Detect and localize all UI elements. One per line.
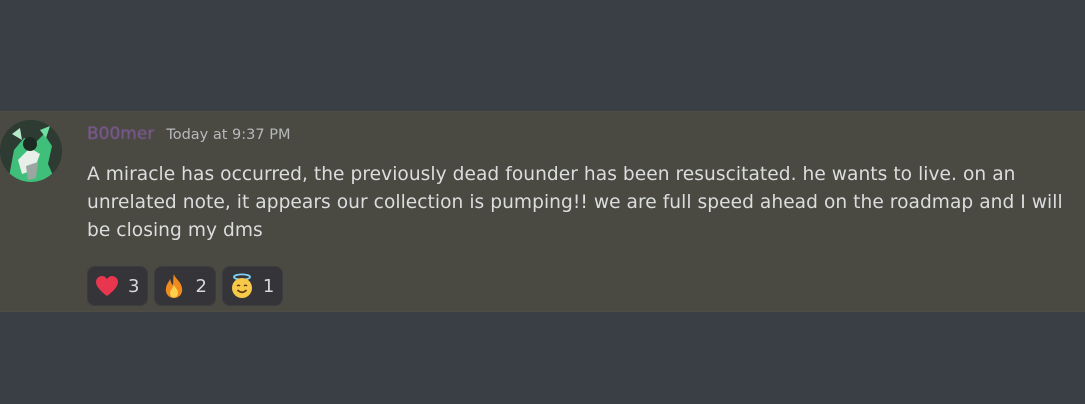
avatar-image [0, 120, 62, 182]
fire-icon [161, 273, 187, 299]
username[interactable]: B00mer [87, 124, 154, 144]
halo-smile-icon [229, 273, 255, 299]
avatar[interactable] [0, 120, 62, 182]
heart-icon [94, 273, 120, 299]
reactions-bar: 3 2 1 [87, 266, 284, 306]
reaction-heart[interactable]: 3 [87, 266, 149, 306]
timestamp: Today at 9:37 PM [166, 127, 291, 143]
message-header: B00mer Today at 9:37 PM [87, 124, 290, 146]
reaction-count: 2 [195, 275, 207, 297]
chat-message[interactable]: B00mer Today at 9:37 PM A miracle has oc… [0, 111, 1085, 312]
reaction-halo-smile[interactable]: 1 [221, 266, 284, 306]
message-content: A miracle has occurred, the previously d… [87, 164, 1063, 241]
reaction-fire[interactable]: 2 [154, 266, 216, 306]
reaction-count: 1 [262, 275, 275, 297]
reaction-count: 3 [128, 275, 140, 297]
